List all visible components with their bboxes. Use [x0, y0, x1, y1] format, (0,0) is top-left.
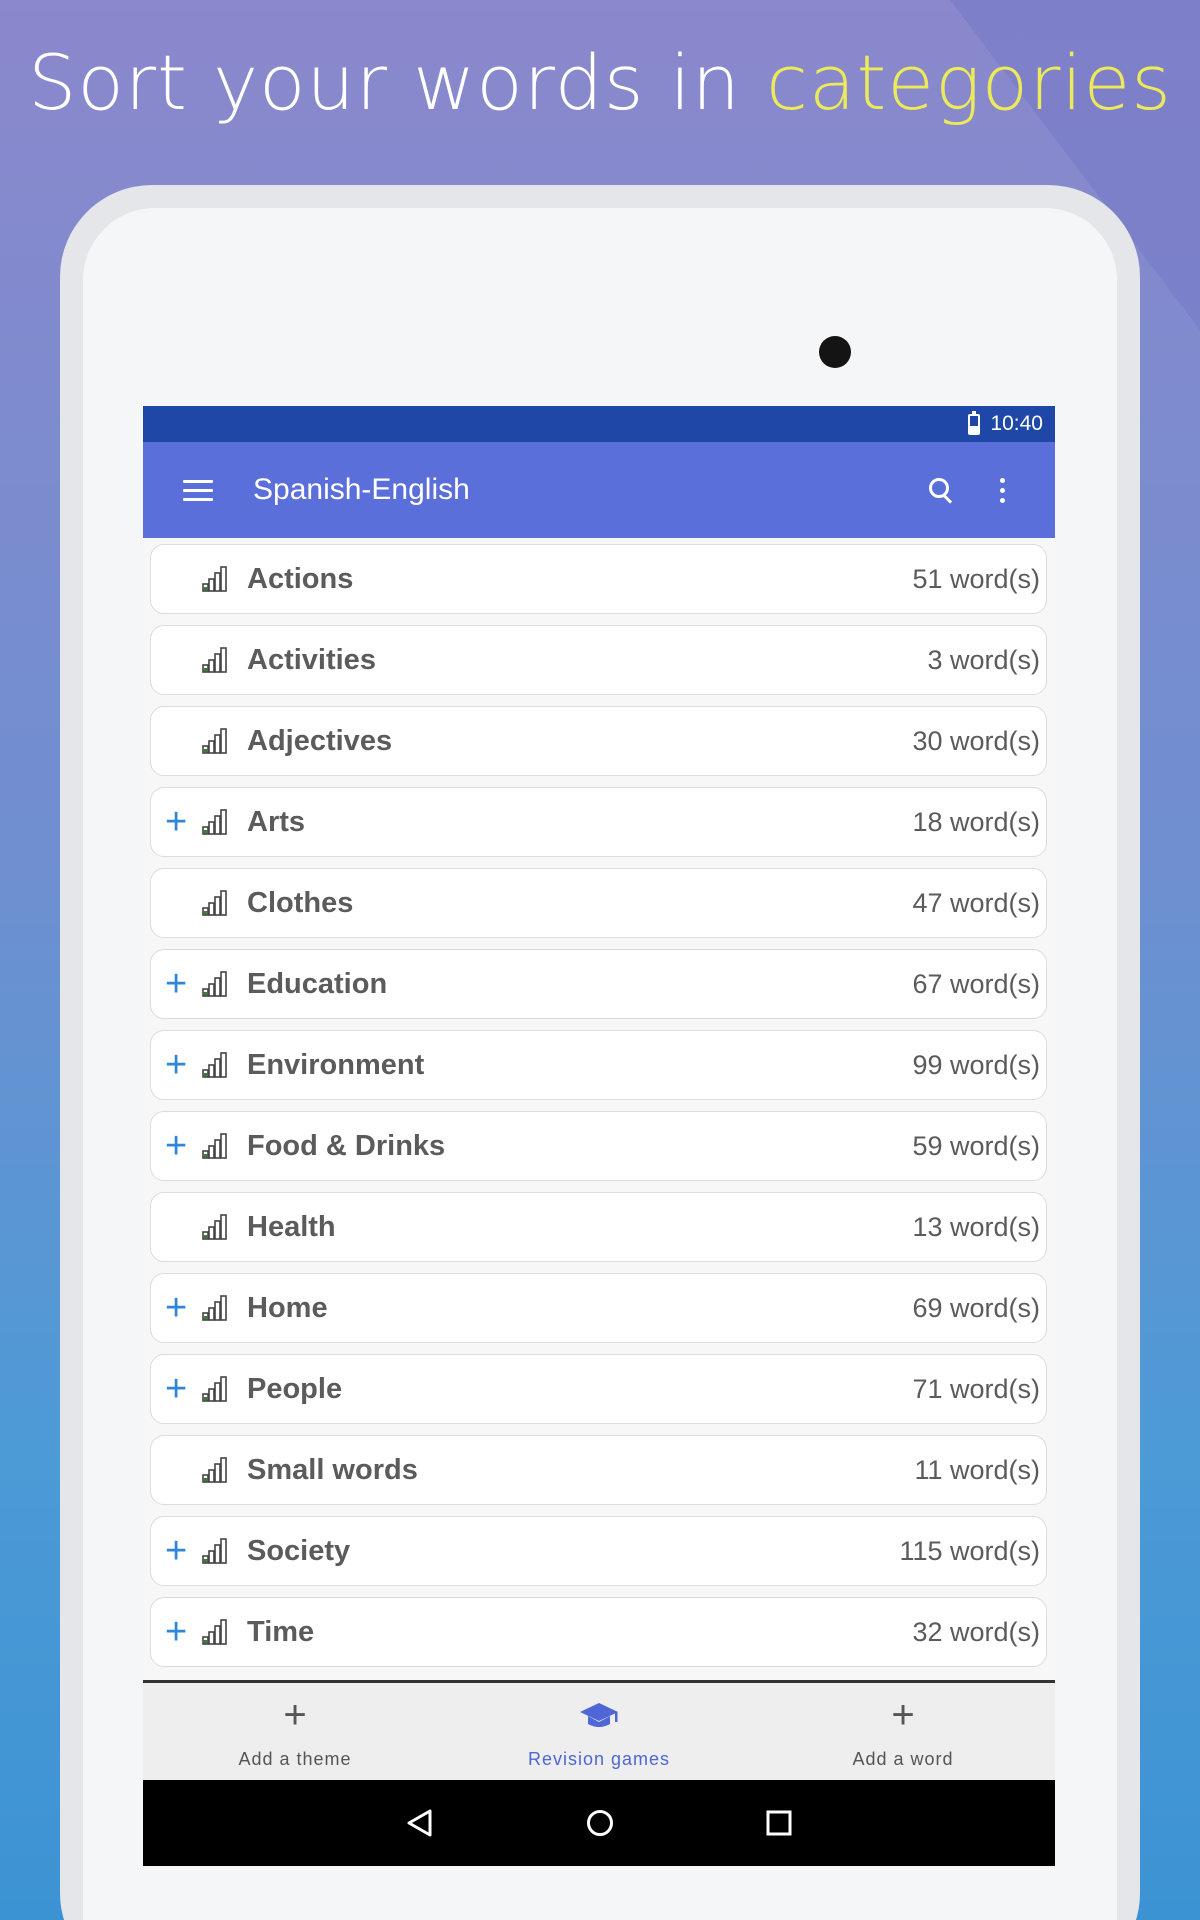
search-button[interactable]: [909, 458, 973, 522]
category-list: Actions 51 word(s) Activities 3 word(s) Adje…: [143, 538, 1055, 1682]
system-navigation-bar: [143, 1780, 1055, 1866]
add-theme-label: Add a theme: [238, 1749, 352, 1769]
category-row[interactable]: Clothes 47 word(s): [150, 868, 1047, 938]
category-label: Food & Drinks: [247, 1129, 446, 1162]
category-word-count: 13 word(s): [912, 1211, 1040, 1242]
category-row[interactable]: + Arts 18 word(s): [150, 787, 1047, 857]
camera-icon: [819, 336, 851, 368]
progress-bars-icon: [202, 890, 227, 916]
progress-bars-icon: [202, 1457, 227, 1483]
category-row[interactable]: Small words 11 word(s): [150, 1435, 1047, 1505]
status-bar: 10:40: [143, 406, 1055, 442]
promo-headline: Sort your words in categories: [0, 38, 1200, 127]
category-row[interactable]: + Food & Drinks 59 word(s): [150, 1111, 1047, 1181]
headline-accent-text: categories: [766, 38, 1172, 127]
category-label: Arts: [247, 805, 306, 838]
category-row[interactable]: Actions 51 word(s): [150, 544, 1047, 614]
category-word-count: 11 word(s): [914, 1454, 1040, 1485]
category-word-count: 71 word(s): [912, 1373, 1040, 1404]
category-word-count: 115 word(s): [899, 1535, 1040, 1566]
category-label: Adjectives: [247, 724, 393, 757]
more-vert-icon: [999, 477, 1005, 503]
progress-bars-icon: [202, 1052, 227, 1078]
home-icon[interactable]: [585, 1808, 615, 1838]
expand-plus-icon[interactable]: +: [165, 1532, 187, 1570]
progress-bars-icon: [202, 1376, 227, 1402]
progress-bars-icon: [202, 809, 227, 835]
search-icon: [929, 478, 953, 502]
expand-plus-icon[interactable]: +: [165, 965, 187, 1003]
expand-plus-icon[interactable]: +: [165, 1289, 187, 1327]
category-label: Actions: [247, 562, 354, 595]
add-theme-button[interactable]: + Add a theme: [143, 1683, 447, 1780]
bottom-navigation: + Add a theme Revision games + Add a wor…: [143, 1680, 1055, 1780]
revision-games-label: Revision games: [527, 1749, 671, 1769]
category-row[interactable]: + Time 32 word(s): [150, 1597, 1047, 1667]
progress-bars-icon: [202, 1214, 227, 1240]
expand-plus-icon[interactable]: +: [165, 1127, 187, 1165]
category-word-count: 18 word(s): [912, 806, 1040, 837]
graduation-cap-icon: [580, 1703, 618, 1727]
category-label: People: [247, 1372, 343, 1405]
category-word-count: 51 word(s): [912, 563, 1040, 594]
revision-games-button[interactable]: Revision games: [447, 1683, 751, 1780]
category-row[interactable]: Adjectives 30 word(s): [150, 706, 1047, 776]
progress-bars-icon: [202, 1619, 227, 1645]
category-row[interactable]: Activities 3 word(s): [150, 625, 1047, 695]
add-word-button[interactable]: + Add a word: [751, 1683, 1055, 1780]
promo-page: Sort your words in categories 10:40 Span…: [0, 0, 1200, 1920]
recents-icon[interactable]: [765, 1809, 793, 1837]
progress-bars-icon: [202, 1538, 227, 1564]
app-toolbar: Spanish-English: [143, 442, 1055, 538]
category-row[interactable]: + Environment 99 word(s): [150, 1030, 1047, 1100]
back-icon[interactable]: [405, 1808, 435, 1838]
category-label: Home: [247, 1291, 328, 1324]
progress-bars-icon: [202, 566, 227, 592]
progress-bars-icon: [202, 728, 227, 754]
category-word-count: 99 word(s): [912, 1049, 1040, 1080]
overflow-menu-button[interactable]: [973, 458, 1037, 522]
app-screen: 10:40 Spanish-English Actions 51 word(s) A…: [143, 406, 1055, 1866]
expand-plus-icon[interactable]: +: [165, 1613, 187, 1651]
hamburger-menu-icon[interactable]: [183, 479, 213, 501]
plus-icon: +: [891, 1693, 915, 1737]
toolbar-title: Spanish-English: [253, 473, 470, 506]
category-word-count: 30 word(s): [912, 725, 1040, 756]
progress-bars-icon: [202, 1133, 227, 1159]
category-word-count: 32 word(s): [912, 1616, 1040, 1647]
expand-plus-icon[interactable]: +: [165, 1370, 187, 1408]
category-word-count: 59 word(s): [912, 1130, 1040, 1161]
progress-bars-icon: [202, 647, 227, 673]
category-label: Activities: [247, 643, 376, 676]
battery-icon: [968, 410, 981, 435]
headline-text: Sort your words in: [28, 38, 767, 127]
progress-bars-icon: [202, 1295, 227, 1321]
expand-plus-icon[interactable]: +: [165, 803, 187, 841]
category-row[interactable]: Health 13 word(s): [150, 1192, 1047, 1262]
category-label: Society: [247, 1534, 351, 1567]
category-row[interactable]: + Society 115 word(s): [150, 1516, 1047, 1586]
expand-plus-icon[interactable]: +: [165, 1046, 187, 1084]
plus-icon: +: [283, 1693, 307, 1737]
status-time: 10:40: [990, 412, 1043, 435]
category-label: Education: [247, 967, 388, 1000]
category-row[interactable]: + Home 69 word(s): [150, 1273, 1047, 1343]
category-word-count: 69 word(s): [912, 1292, 1040, 1323]
category-word-count: 3 word(s): [927, 644, 1040, 675]
category-label: Environment: [247, 1048, 425, 1081]
category-label: Health: [247, 1210, 336, 1243]
category-label: Clothes: [247, 886, 354, 919]
category-word-count: 47 word(s): [912, 887, 1040, 918]
add-word-label: Add a word: [852, 1749, 954, 1769]
category-word-count: 67 word(s): [912, 968, 1040, 999]
category-label: Small words: [247, 1453, 418, 1486]
category-label: Time: [247, 1615, 315, 1648]
category-row[interactable]: + Education 67 word(s): [150, 949, 1047, 1019]
progress-bars-icon: [202, 971, 227, 997]
category-row[interactable]: + People 71 word(s): [150, 1354, 1047, 1424]
